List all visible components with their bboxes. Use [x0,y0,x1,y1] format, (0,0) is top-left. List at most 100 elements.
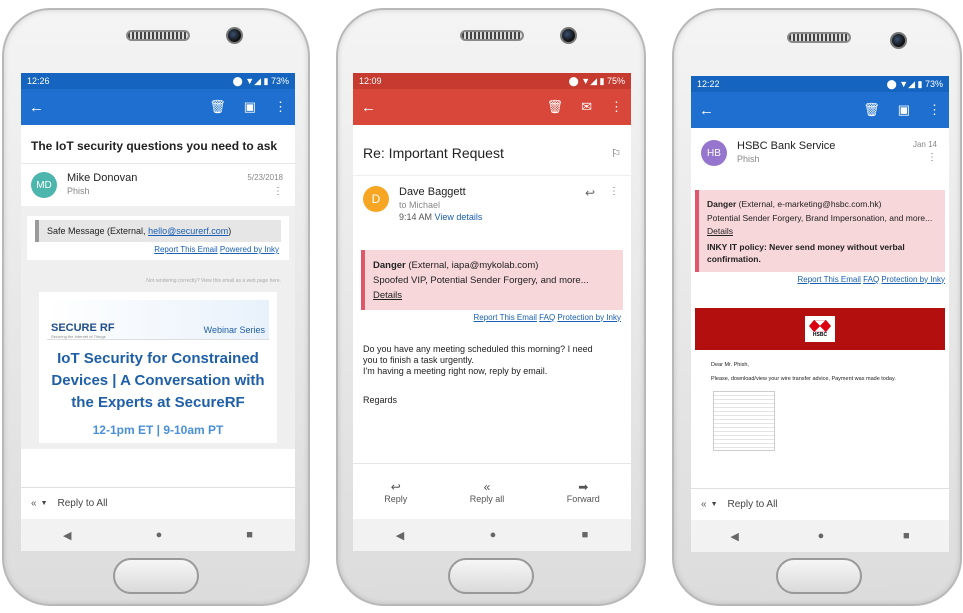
home-button[interactable] [776,558,862,594]
status-bar: 12:09 ⬤ ▼◢ ▮ 75% [353,73,631,89]
avatar: MD [31,172,57,198]
sender-name: Mike Donovan [67,172,138,184]
chevron-down-icon[interactable]: ▼ [711,501,718,508]
nav-recents-icon[interactable]: ■ [903,530,910,542]
sender-name: Dave Baggett [399,186,466,198]
nav-home-icon[interactable]: ● [156,529,163,541]
forward-action[interactable]: ➡ Forward [567,480,600,504]
details-link[interactable]: Details [707,226,733,236]
promo-time: 12-1pm ET | 9-10am PT [92,423,224,438]
faq-link[interactable]: FAQ [863,275,879,284]
reply-action[interactable]: ↩ Reply [384,480,407,504]
promo-card[interactable]: SECURE RF Securing the Internet of Thing… [39,292,277,444]
hsbc-hexagon-icon [809,319,831,332]
mail-icon[interactable]: ✉ [581,99,592,115]
status-icons: ⬤ ▼◢ ▮ 73% [232,75,289,86]
report-email-link[interactable]: Report This Email [797,275,860,284]
nav-home-icon[interactable]: ● [490,529,497,541]
recipient-label: to Michael [399,200,441,210]
wire-transfer-attachment-thumbnail[interactable] [713,391,775,452]
status-time: 12:09 [359,76,382,86]
archive-icon[interactable]: ▣ [898,102,910,118]
more-vert-icon[interactable]: ⋮ [609,186,619,197]
sent-time-row: 9:14 AM View details [399,212,483,222]
reply-all-icon[interactable]: « [31,498,37,509]
more-vert-icon[interactable]: ⋮ [273,186,283,197]
report-email-link[interactable]: Report This Email [154,245,217,254]
flag-icon[interactable]: ⚐ [611,147,621,160]
nav-back-icon[interactable]: ◀ [63,529,71,542]
status-icons: ⬤ ▼◢ ▮ 73% [886,78,943,89]
email-body: Do you have any meeting scheduled this m… [353,322,631,407]
more-vert-icon[interactable]: ⋮ [928,102,941,118]
back-arrow-icon[interactable]: ← [29,99,44,116]
reply-all-icon[interactable]: « [701,499,707,510]
hsbc-banner: HSBC [695,307,945,350]
email-body: Dear Mr. Phish, Please, download/view yo… [691,350,949,384]
reply-all-bar[interactable]: « ▼ Reply to All [21,487,295,519]
sender-row[interactable]: D Dave Baggett to Michael 9:14 AM View d… [353,176,631,230]
status-time: 12:22 [697,79,720,89]
nav-recents-icon[interactable]: ■ [246,529,253,541]
body-line: Please, download/view your wire transfer… [711,376,896,383]
protection-by-inky-link[interactable]: Protection by Inky [881,275,945,284]
forward-icon: ➡ [578,479,589,494]
nav-back-icon[interactable]: ◀ [730,530,738,543]
sender-row[interactable]: HB HSBC Bank Service Phish Jan 14 ⋮ [691,128,949,174]
action-bar: ↩ Reply «Reply all ➡ Forward [353,463,631,519]
chevron-down-icon[interactable]: ▼ [41,500,48,507]
front-camera [560,27,577,44]
reply-all-action[interactable]: «Reply all [470,480,505,504]
speaker-grille [126,30,190,41]
email-date: Jan 14 [912,140,937,149]
more-vert-icon[interactable]: ⋮ [274,99,287,115]
sender-label: Phish [67,186,90,196]
reply-all-label[interactable]: Reply to All [728,499,778,510]
danger-reasons: Potential Sender Forgery, Brand Imperson… [707,213,933,224]
nav-back-icon[interactable]: ◀ [396,529,404,542]
view-details-link[interactable]: View details [435,212,483,222]
reply-all-bar[interactable]: « ▼ Reply to All [691,488,949,520]
nav-recents-icon[interactable]: ■ [582,529,589,541]
phone-screen-2: 12:09 ⬤ ▼◢ ▮ 75% ← 🗑 ✉ ⋮ Re: Important R… [353,73,631,551]
powered-by-inky-link[interactable]: Powered by Inky [220,245,279,254]
webinar-series-label: Webinar Series [203,325,265,335]
reply-all-icon: « [483,479,491,494]
danger-banner: Danger (External, e-marketing@hsbc.com.h… [695,190,945,272]
protection-by-inky-link[interactable]: Protection by Inky [557,313,621,322]
sender-row[interactable]: MD Mike Donovan Phish 5/23/2018 ⋮ [21,164,295,206]
inky-links: Report This Email FAQ Protection by Inky [353,310,631,322]
safe-message-banner: Safe Message (External, hello@securerf.c… [35,220,281,242]
delete-icon[interactable]: 🗑 [863,102,880,118]
more-vert-icon[interactable]: ⋮ [610,99,623,115]
not-rendering-notice[interactable]: Not rendering correctly? View this email… [21,260,295,292]
back-arrow-icon[interactable]: ← [361,99,376,116]
android-nav-bar: ◀ ● ■ [691,520,949,552]
archive-icon[interactable]: ▣ [244,99,256,115]
delete-icon[interactable]: 🗑 [547,99,564,115]
reply-icon[interactable]: ↩ [585,186,595,200]
email-subject: The IoT security questions you need to a… [31,139,278,153]
sender-email-link[interactable]: hello@securerf.com [148,226,228,236]
more-vert-icon[interactable]: ⋮ [927,152,937,163]
inky-links: Report This Email FAQ Protection by Inky [691,272,949,284]
sender-name: HSBC Bank Service [737,140,836,152]
status-time: 12:26 [27,76,50,86]
home-button[interactable] [448,558,534,594]
nav-home-icon[interactable]: ● [818,530,825,542]
promo-header: SECURE RF Securing the Internet of Thing… [47,300,269,340]
back-arrow-icon[interactable]: ← [699,102,714,119]
home-button[interactable] [113,558,199,594]
reply-icon: ↩ [390,479,401,494]
report-email-link[interactable]: Report This Email [473,313,536,322]
promo-headline: IoT Security for Constrained Devices | A… [51,350,265,411]
status-bar: 12:22 ⬤ ▼◢ ▮ 73% [691,76,949,92]
app-bar: ← 🗑 ▣ ⋮ [691,92,949,128]
details-link[interactable]: Details [373,290,402,301]
avatar: D [363,186,389,212]
faq-link[interactable]: FAQ [539,313,555,322]
inky-links: Report This Email Powered by Inky [27,242,289,254]
reply-all-label[interactable]: Reply to All [58,498,108,509]
status-bar: 12:26 ⬤ ▼◢ ▮ 73% [21,73,295,89]
delete-icon[interactable]: 🗑 [209,99,226,115]
